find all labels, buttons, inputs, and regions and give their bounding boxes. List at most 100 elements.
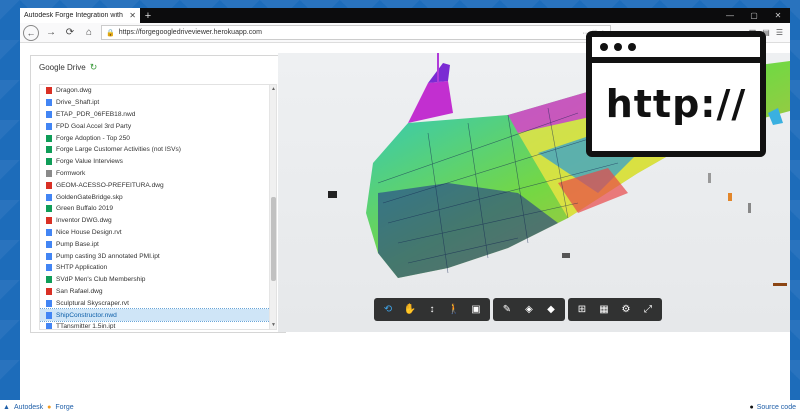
maximize-button[interactable]: ▢	[742, 8, 766, 23]
file-name: Nice House Design.rvt	[56, 228, 122, 236]
forge-link[interactable]: Forge	[55, 404, 73, 411]
dot-icon	[600, 43, 608, 51]
drive-panel: Google Drive ↻ Dragon.dwg Drive_Shaft.ipt…	[30, 55, 286, 333]
file-name: Pump casting 3D annotated PMI.ipt	[56, 252, 160, 260]
window-controls: — ▢ ✕	[718, 8, 790, 23]
file-item[interactable]: GEOM-ACESSO-PREFEITURA.dwg	[40, 179, 276, 191]
scroll-thumb[interactable]	[271, 197, 276, 281]
file-item[interactable]: FPD Goal Accel 3rd Party	[40, 120, 276, 132]
file-type-icon	[46, 181, 52, 189]
file-item[interactable]: San Rafael.dwg	[40, 286, 276, 298]
tab-title: Autodesk Forge Integration with G	[24, 12, 126, 19]
fullscreen-icon[interactable]: ⤢	[638, 301, 658, 318]
pan-icon[interactable]: ✋	[400, 301, 420, 318]
scroll-up-icon[interactable]: ▲	[270, 86, 276, 92]
home-button[interactable]: ⌂	[82, 27, 96, 38]
camera-icon[interactable]: ▣	[466, 301, 486, 318]
file-type-icon	[46, 276, 52, 284]
forge-logo-icon: ●	[47, 404, 52, 411]
file-type-icon	[46, 205, 52, 213]
file-name: SVdP Men's Club Membership	[56, 276, 146, 284]
file-type-icon	[46, 299, 52, 307]
settings-icon[interactable]: ⚙	[616, 301, 636, 318]
refresh-icon[interactable]: ↻	[90, 62, 98, 73]
file-type-icon	[46, 122, 52, 130]
file-name: TTansmitter 1.5in.ipt	[56, 323, 116, 330]
file-item[interactable]: Drive_Shaft.ipt	[40, 97, 276, 109]
scrollbar[interactable]: ▲ ▼	[269, 85, 276, 329]
file-type-icon	[46, 252, 52, 260]
file-item[interactable]: GoldenGateBridge.skp	[40, 191, 276, 203]
file-type-icon	[46, 158, 52, 166]
file-name: Formwork	[56, 169, 86, 177]
properties-icon[interactable]: ▦	[594, 301, 614, 318]
file-item[interactable]: SHTP Application	[40, 262, 276, 274]
tab-bar: Autodesk Forge Integration with G ✕ + — …	[20, 8, 790, 23]
file-item[interactable]: Dragon.dwg	[40, 85, 276, 97]
file-item[interactable]: Nice House Design.rvt	[40, 227, 276, 239]
file-tree[interactable]: Dragon.dwg Drive_Shaft.ipt ETAP_PDR_06FEB1…	[39, 84, 277, 330]
file-type-icon	[46, 240, 52, 248]
footer-left: ▲ Autodesk ● Forge	[3, 404, 74, 411]
new-tab-button[interactable]: +	[140, 8, 156, 23]
file-item[interactable]: TTansmitter 1.5in.ipt	[40, 321, 276, 330]
file-type-icon	[46, 287, 52, 295]
file-name: Drive_Shaft.ipt	[56, 99, 100, 107]
footer	[0, 400, 800, 414]
menu-icon[interactable]: ☰	[776, 28, 783, 37]
file-type-icon	[46, 311, 52, 319]
forward-button[interactable]: →	[44, 27, 58, 38]
file-item[interactable]: ShipConstructor.nwd	[40, 308, 276, 322]
file-item[interactable]: Green Buffalo 2019	[40, 203, 276, 215]
file-item[interactable]: Forge Value Interviews	[40, 156, 276, 168]
drive-title: Google Drive	[39, 62, 86, 72]
close-window-button[interactable]: ✕	[766, 8, 790, 23]
back-button[interactable]: ←	[23, 24, 39, 41]
close-tab-icon[interactable]: ✕	[129, 11, 136, 20]
file-item[interactable]: Forge Large Customer Activities (not ISV…	[40, 144, 276, 156]
autodesk-link[interactable]: Autodesk	[14, 404, 43, 411]
file-type-icon	[46, 228, 52, 236]
reload-button[interactable]: ⟳	[63, 27, 77, 38]
minimize-button[interactable]: —	[718, 8, 742, 23]
section-icon[interactable]: ◈	[519, 301, 539, 318]
http-card-titlebar	[592, 37, 760, 63]
dot-icon	[614, 43, 622, 51]
navigation-tools: ⟲ ✋ ↕ 🚶 ▣	[374, 298, 490, 321]
file-name: Dragon.dwg	[56, 87, 92, 95]
zoom-icon[interactable]: ↕	[422, 301, 442, 318]
file-type-icon	[46, 323, 52, 329]
file-item[interactable]: SVdP Men's Club Membership	[40, 274, 276, 286]
file-item[interactable]: Sculptural Skyscraper.rvt	[40, 297, 276, 309]
source-code-link[interactable]: Source code	[757, 404, 796, 411]
file-name: Forge Large Customer Activities (not ISV…	[56, 146, 181, 154]
url-bar[interactable]: 🔒 https://forgegoogledriveviewer.herokua…	[101, 25, 611, 40]
orbit-icon[interactable]: ⟲	[378, 301, 398, 318]
file-type-icon	[46, 87, 52, 95]
scroll-down-icon[interactable]: ▼	[270, 322, 276, 328]
model-browser-icon[interactable]: ⊞	[572, 301, 592, 318]
first-person-icon[interactable]: 🚶	[444, 301, 464, 318]
file-name: GoldenGateBridge.skp	[56, 193, 123, 201]
file-type-icon	[46, 264, 52, 272]
file-item[interactable]: ETAP_PDR_06FEB18.nwd	[40, 109, 276, 121]
explode-icon[interactable]: ◆	[541, 301, 561, 318]
file-item[interactable]: Pump casting 3D annotated PMI.ipt	[40, 250, 276, 262]
viewer-toolbar: ⟲ ✋ ↕ 🚶 ▣ ✎ ◈ ◆ ⊞ ▦ ⚙ ⤢	[374, 298, 662, 321]
file-type-icon	[46, 169, 52, 177]
github-icon: ●	[749, 404, 754, 411]
file-name: Forge Value Interviews	[56, 158, 123, 166]
file-name: Forge Adoption - Top 250	[56, 134, 130, 142]
autodesk-logo-icon: ▲	[3, 404, 10, 411]
footer-right: ● Source code	[749, 404, 796, 411]
file-type-icon	[46, 110, 52, 118]
settings-tools: ⊞ ▦ ⚙ ⤢	[568, 298, 662, 321]
file-name: ETAP_PDR_06FEB18.nwd	[56, 110, 136, 118]
url-text: https://forgegoogledriveviewer.herokuapp…	[118, 29, 262, 36]
file-item[interactable]: Inventor DWG.dwg	[40, 215, 276, 227]
file-item[interactable]: Formwork	[40, 168, 276, 180]
tab-active[interactable]: Autodesk Forge Integration with G ✕	[20, 8, 140, 23]
measure-icon[interactable]: ✎	[497, 301, 517, 318]
file-item[interactable]: Pump Base.ipt	[40, 238, 276, 250]
file-item[interactable]: Forge Adoption - Top 250	[40, 132, 276, 144]
